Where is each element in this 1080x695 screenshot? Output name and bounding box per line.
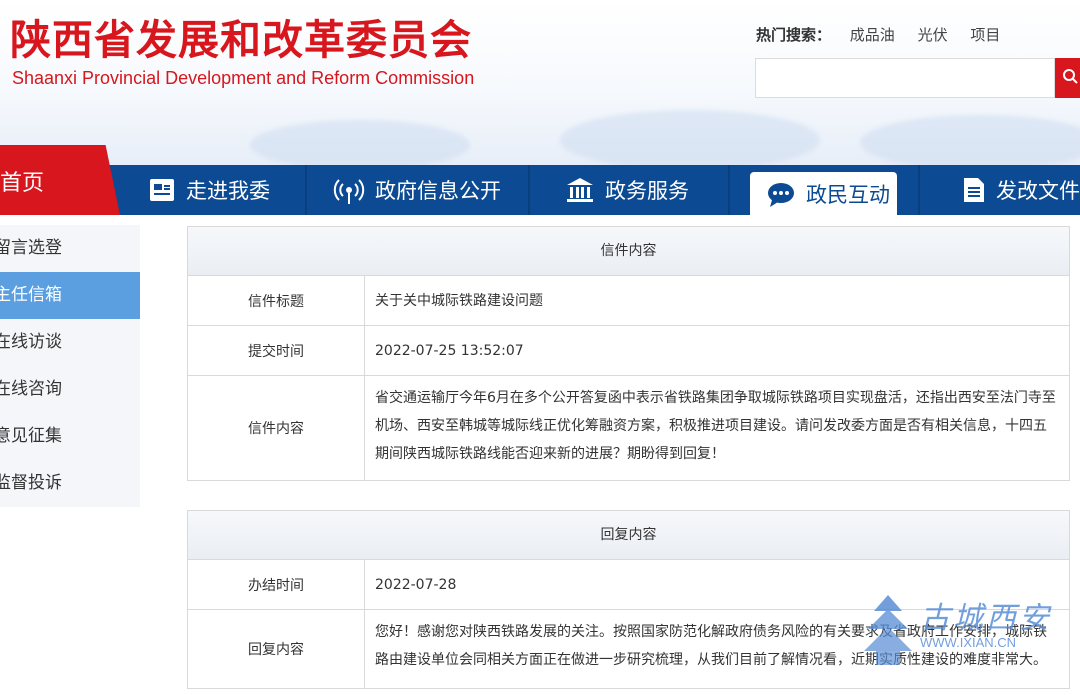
letter-content-label: 信件内容 bbox=[188, 376, 365, 480]
nav-item-info-disclosure[interactable]: 政府信息公开 bbox=[333, 165, 501, 215]
reply-heading: 回复内容 bbox=[188, 511, 1069, 560]
letter-heading: 信件内容 bbox=[188, 227, 1069, 276]
letter-time-label: 提交时间 bbox=[188, 326, 365, 375]
hot-search-link[interactable]: 项目 bbox=[970, 26, 1000, 44]
sidebar-item-online-consult[interactable]: 在线咨询 bbox=[0, 366, 140, 413]
sidebar-item-label: 留言选登 bbox=[0, 238, 62, 258]
nav-divider bbox=[528, 165, 530, 215]
table-row: 信件标题 关于关中城际铁路建设问题 bbox=[188, 276, 1069, 326]
cloud-decoration bbox=[560, 110, 820, 165]
watermark: 古城西安 WWW.IXIAN.CN bbox=[862, 593, 1080, 673]
nav-home-label: 首页 bbox=[0, 171, 45, 196]
site-title: 陕西省发展和改革委员会 bbox=[10, 16, 472, 64]
table-row: 信件内容 省交通运输厅今年6月在多个公开答复函中表示省铁路集团争取城际铁路项目实… bbox=[188, 376, 1069, 480]
hot-search: 热门搜索： 成品油 光伏 项目 bbox=[756, 24, 1018, 45]
search-input[interactable] bbox=[755, 58, 1055, 98]
nav-item-gov-service[interactable]: 政务服务 bbox=[565, 165, 689, 215]
sidebar-item-label: 监督投诉 bbox=[0, 473, 62, 493]
nav-home[interactable]: 首页 bbox=[0, 145, 120, 215]
nav-item-label: 走进我委 bbox=[186, 179, 270, 203]
nav-item-label: 政务服务 bbox=[605, 179, 689, 203]
reply-content-label: 回复内容 bbox=[188, 610, 365, 688]
hot-search-label: 热门搜索： bbox=[756, 26, 832, 44]
sidebar-item-label: 意见征集 bbox=[0, 426, 62, 446]
nav-divider bbox=[305, 165, 307, 215]
letter-title-label: 信件标题 bbox=[188, 276, 365, 325]
watermark-url: WWW.IXIAN.CN bbox=[920, 635, 1017, 650]
sidebar-item-label: 主任信箱 bbox=[0, 285, 62, 305]
cloud-decoration bbox=[250, 120, 470, 165]
watermark-name: 古城西安 bbox=[920, 601, 1052, 636]
sidebar-item-opinion[interactable]: 意见征集 bbox=[0, 413, 140, 460]
nav-item-label: 政府信息公开 bbox=[375, 179, 501, 203]
building-icon bbox=[565, 176, 595, 204]
nav-item-label: 政民互动 bbox=[806, 182, 890, 207]
letter-time-value: 2022-07-25 13:52:07 bbox=[375, 342, 524, 359]
site-header: 陕西省发展和改革委员会 Shaanxi Provincial Developme… bbox=[0, 0, 1080, 165]
search-button[interactable] bbox=[1055, 58, 1080, 98]
nav-item-about[interactable]: 走进我委 bbox=[148, 165, 270, 215]
sidebar: 留言选登 主任信箱 在线访谈 在线咨询 意见征集 监督投诉 bbox=[0, 225, 140, 507]
hot-search-link[interactable]: 成品油 bbox=[850, 26, 895, 44]
nav-item-label: 发改文件 bbox=[996, 179, 1080, 203]
document-icon bbox=[962, 176, 986, 204]
cloud-decoration bbox=[860, 115, 1080, 165]
letter-content-value: 省交通运输厅今年6月在多个公开答复函中表示省铁路集团争取城际铁路项目实现盘活，还… bbox=[375, 390, 1056, 462]
chat-icon bbox=[766, 180, 796, 208]
pagoda-logo-icon bbox=[864, 595, 912, 665]
reply-time-label: 办结时间 bbox=[188, 560, 365, 609]
nav-item-interaction[interactable]: 政民互动 bbox=[766, 172, 890, 215]
letter-title-value: 关于关中城际铁路建设问题 bbox=[375, 292, 543, 309]
nav-divider bbox=[918, 165, 920, 215]
sidebar-item-label: 在线咨询 bbox=[0, 379, 62, 399]
sidebar-item-messages[interactable]: 留言选登 bbox=[0, 225, 140, 272]
search-icon bbox=[1063, 68, 1078, 84]
hot-search-link[interactable]: 光伏 bbox=[918, 26, 948, 44]
table-row: 提交时间 2022-07-25 13:52:07 bbox=[188, 326, 1069, 376]
site-subtitle: Shaanxi Provincial Development and Refor… bbox=[12, 68, 475, 88]
sidebar-item-online-interview[interactable]: 在线访谈 bbox=[0, 319, 140, 366]
nav-item-documents[interactable]: 发改文件 bbox=[962, 165, 1080, 215]
broadcast-icon bbox=[333, 174, 365, 206]
nav-divider bbox=[728, 165, 730, 215]
sidebar-item-complaint[interactable]: 监督投诉 bbox=[0, 460, 140, 507]
sidebar-item-label: 在线访谈 bbox=[0, 332, 62, 352]
sidebar-item-director-mailbox[interactable]: 主任信箱 bbox=[0, 272, 140, 319]
letter-panel: 信件内容 信件标题 关于关中城际铁路建设问题 提交时间 2022-07-25 1… bbox=[187, 226, 1070, 481]
id-card-icon bbox=[148, 176, 176, 204]
